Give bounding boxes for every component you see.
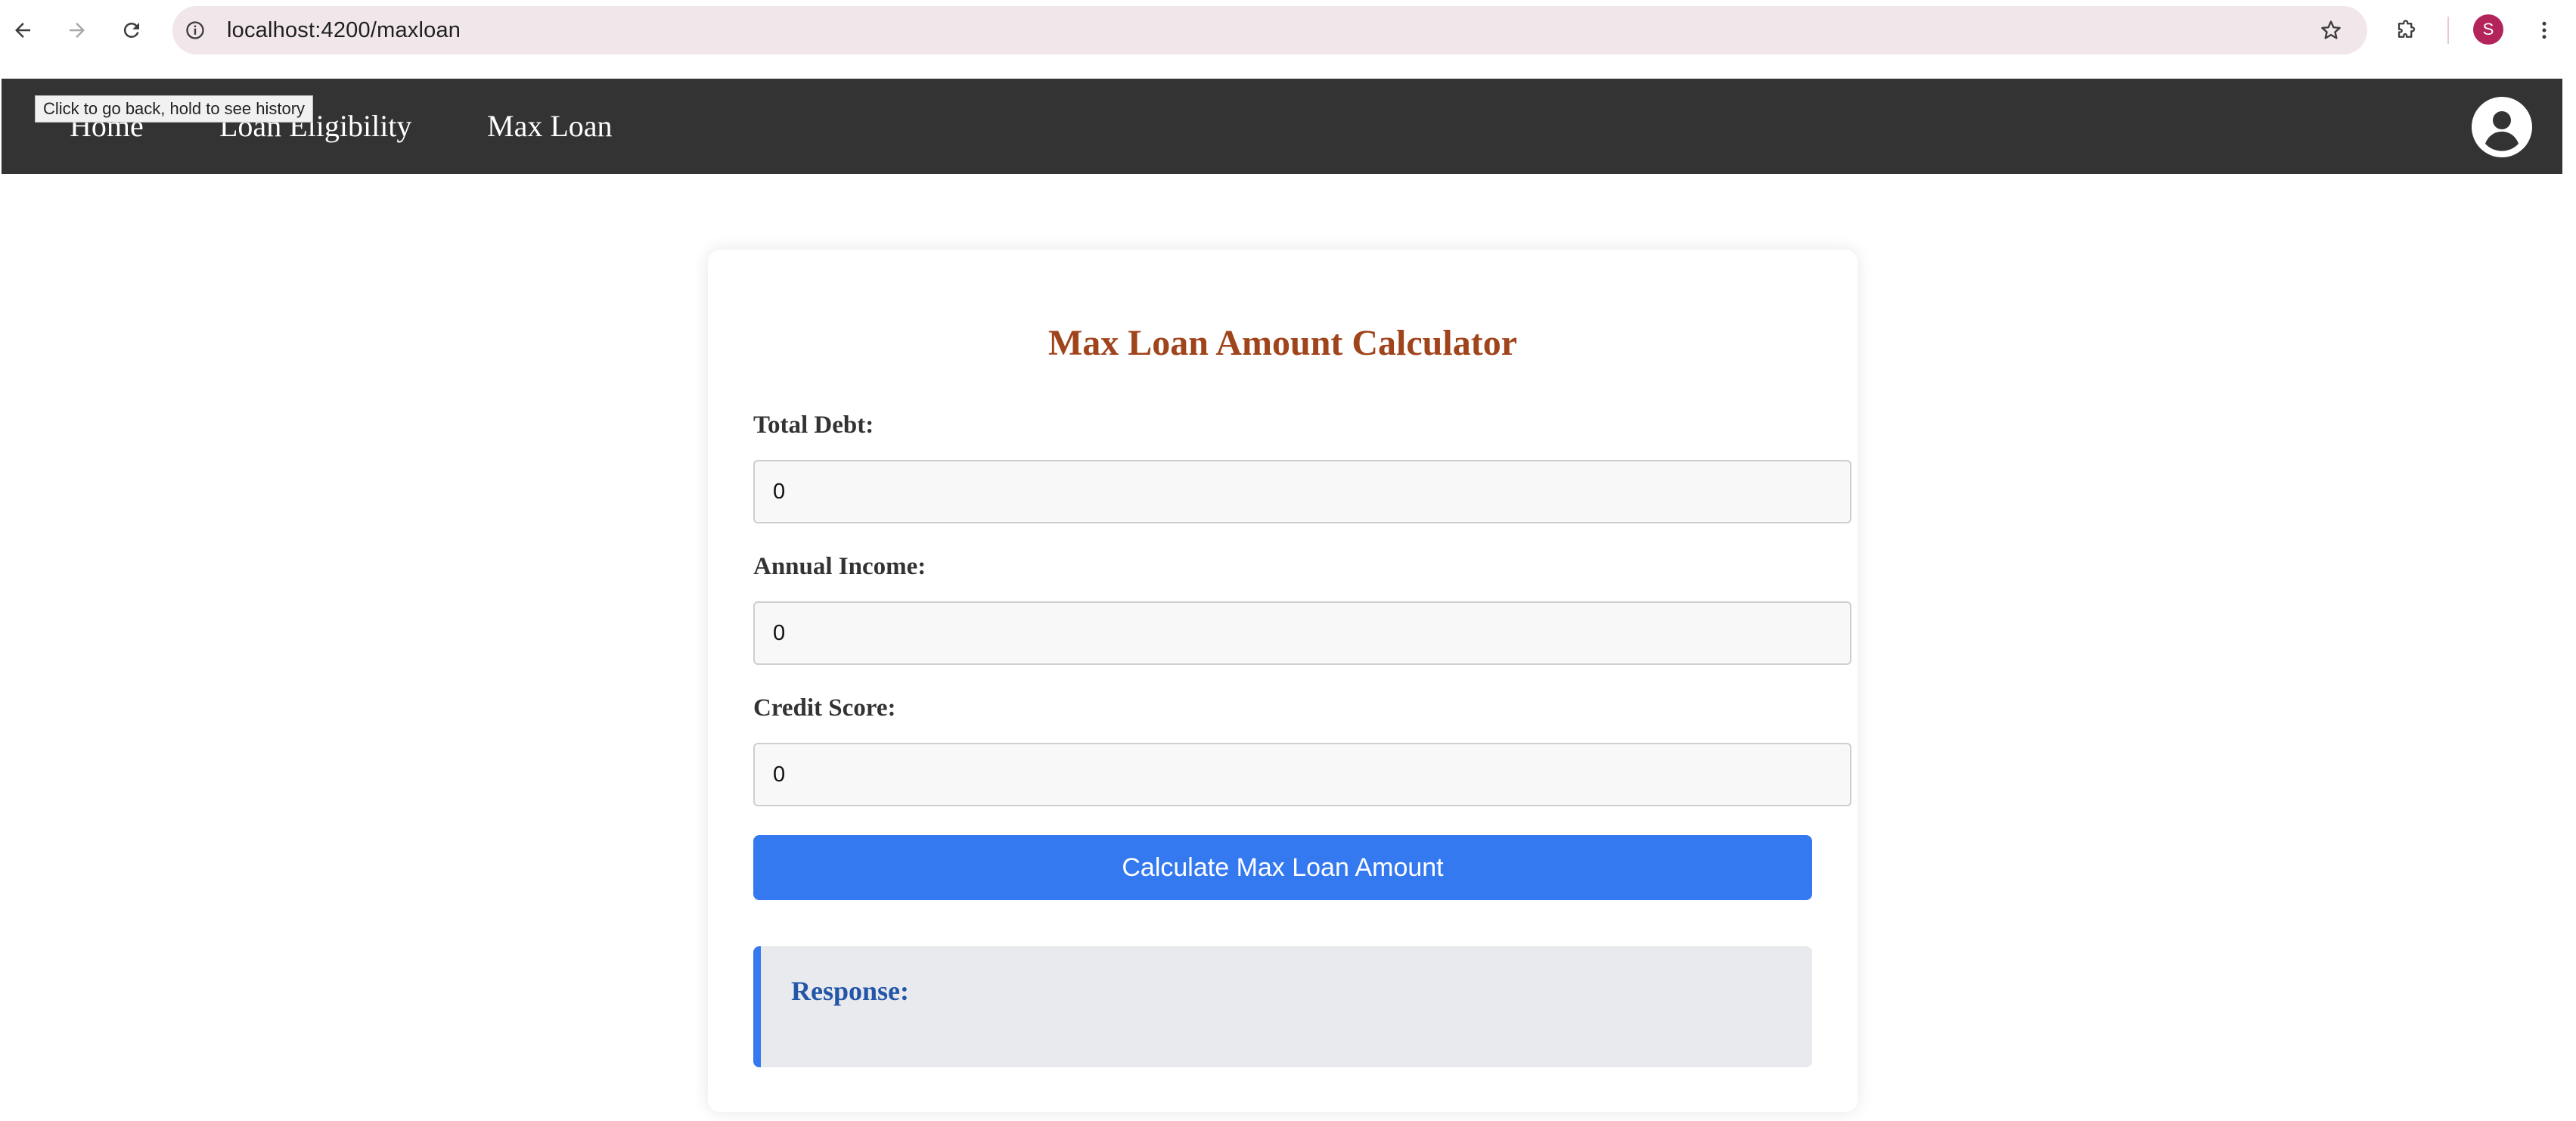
address-bar[interactable]: localhost:4200/maxloan: [172, 6, 2367, 54]
account-circle-icon[interactable]: [2472, 97, 2532, 157]
reload-icon: [123, 22, 139, 38]
browser-menu-button[interactable]: [2525, 11, 2564, 50]
extensions-button[interactable]: [2387, 11, 2426, 50]
info-icon[interactable]: [182, 17, 209, 44]
annual-income-input[interactable]: [753, 601, 1851, 665]
reload-button[interactable]: [112, 11, 151, 50]
response-panel: Response:: [753, 946, 1812, 1067]
toolbar-divider: [2447, 17, 2449, 44]
arrow-left-icon: [15, 23, 30, 38]
arrow-right-icon: [70, 23, 85, 38]
credit-score-label: Credit Score:: [753, 694, 896, 722]
page-title: Max Loan Amount Calculator: [1047, 323, 1517, 363]
profile-avatar[interactable]: S: [2473, 14, 2503, 45]
nav-item-home[interactable]: Home: [70, 79, 144, 174]
forward-button[interactable]: [57, 11, 97, 50]
back-button-tooltip: Click to go back, hold to see history: [35, 95, 314, 123]
total-debt-label: Total Debt:: [753, 411, 874, 439]
response-title: Response:: [791, 976, 910, 1006]
url-text[interactable]: localhost:4200/maxloan: [227, 6, 461, 54]
browser-toolbar: localhost:4200/maxloan S: [0, 0, 2576, 67]
annual-income-label: Annual Income:: [753, 553, 926, 580]
app-navbar: Home Loan Eligibility Max Loan: [2, 79, 2562, 174]
puzzle-icon: [2398, 20, 2416, 38]
max-loan-card: Max Loan Amount Calculator Total Debt: A…: [708, 250, 1858, 1112]
calculate-max-loan-button[interactable]: Calculate Max Loan Amount: [753, 835, 1812, 900]
nav-item-loan-eligibility[interactable]: Loan Eligibility: [219, 79, 411, 174]
nav-item-max-loan[interactable]: Max Loan: [487, 79, 613, 174]
total-debt-input[interactable]: [753, 460, 1851, 523]
credit-score-input[interactable]: [753, 743, 1851, 806]
back-button[interactable]: [3, 11, 42, 50]
star-icon[interactable]: [2316, 15, 2346, 45]
kebab-menu-icon: [2542, 21, 2547, 39]
